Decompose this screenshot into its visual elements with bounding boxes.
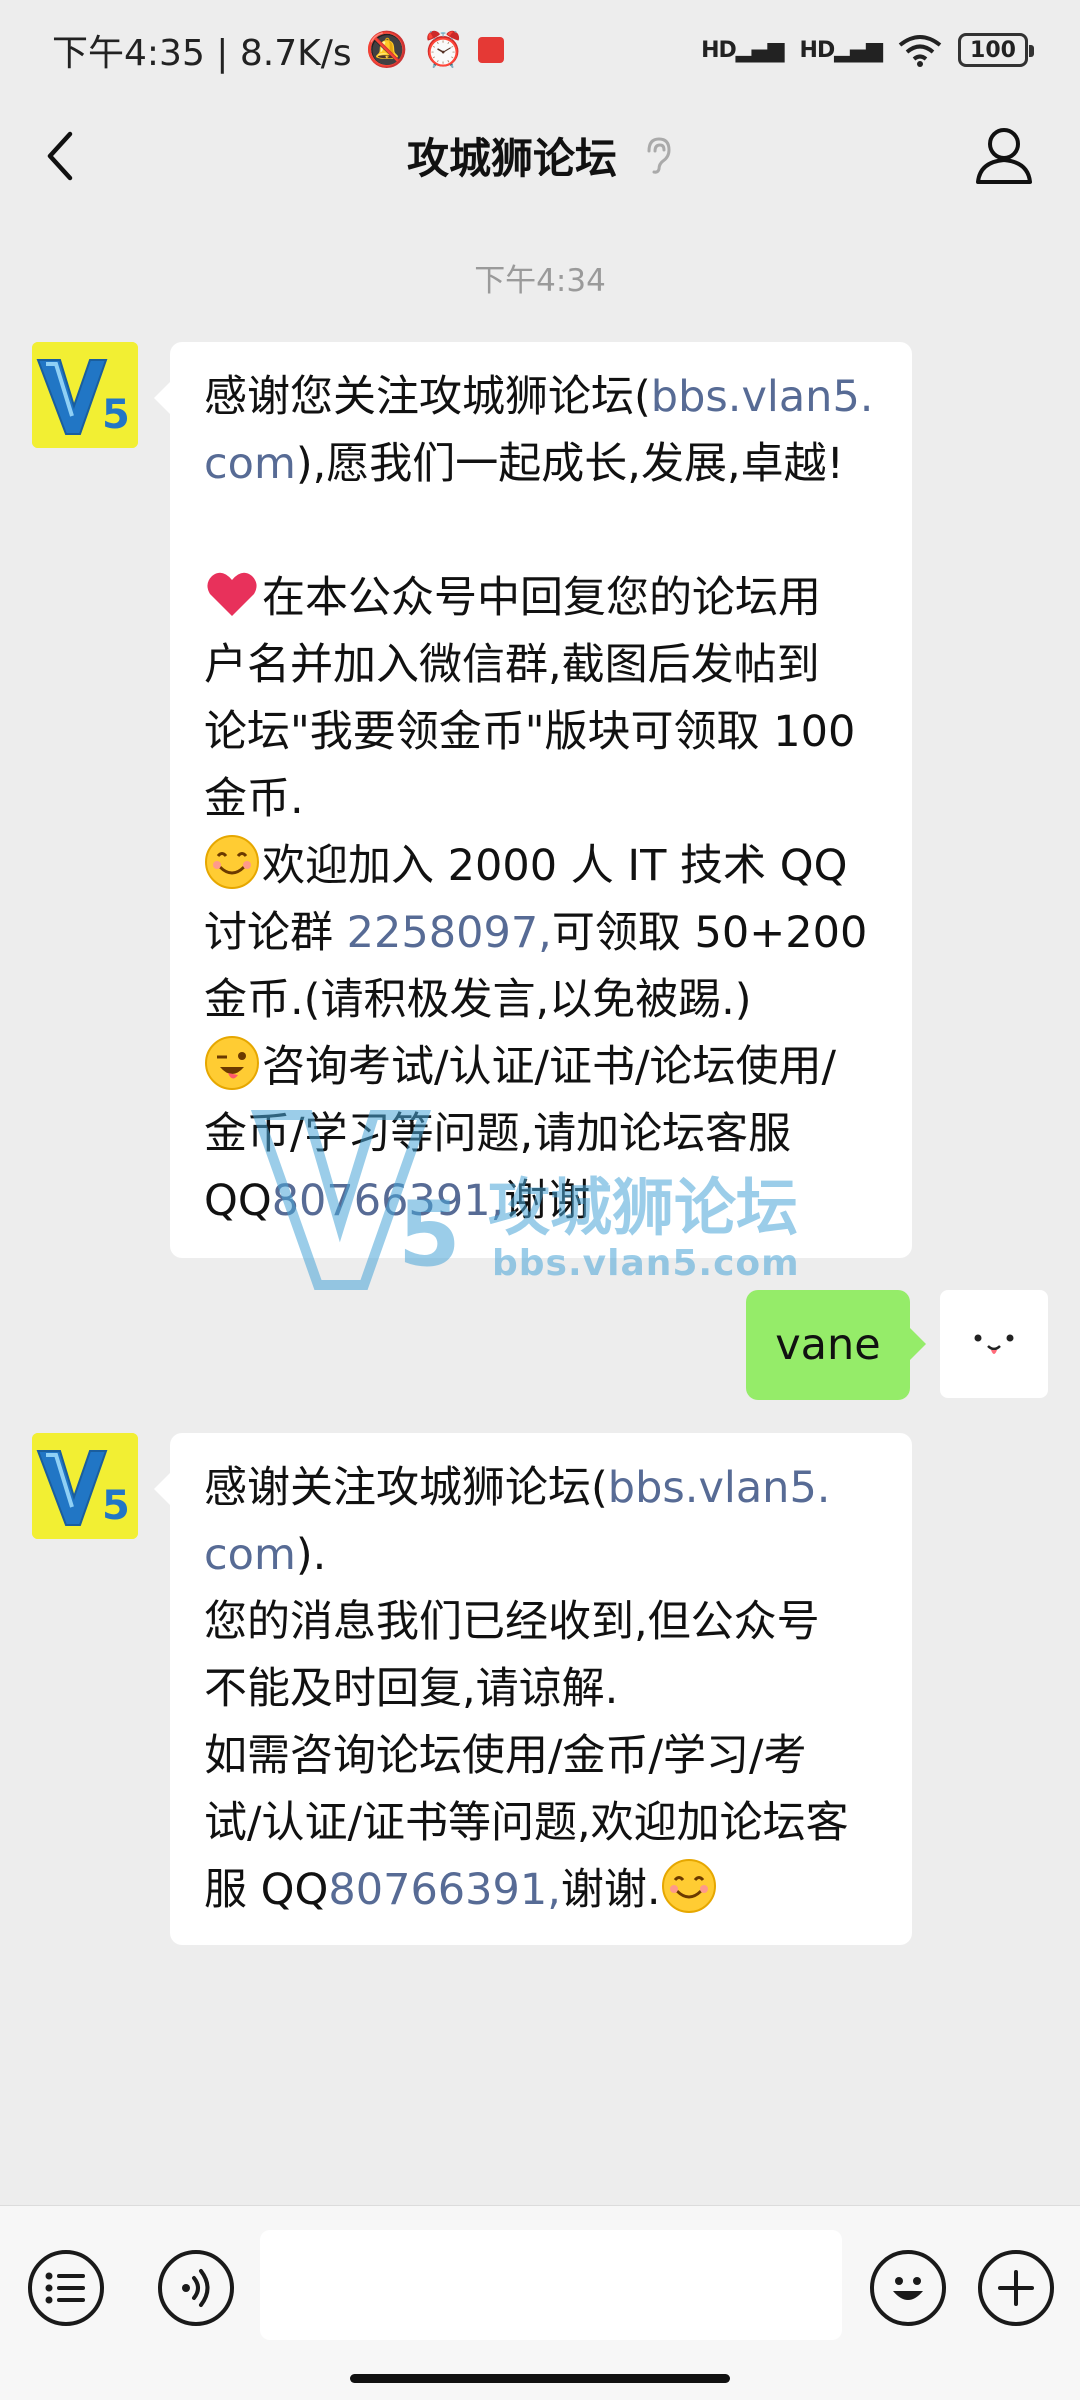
profile-button[interactable]: [972, 124, 1036, 188]
back-button[interactable]: [30, 126, 90, 186]
msg2-line: 您的消息我们已经收到,但公众号: [204, 1597, 820, 1647]
official-account-avatar[interactable]: 5: [32, 342, 138, 448]
msg1-line: 讨论群 2258097,可领取 50+200: [204, 908, 868, 958]
page-title-text: 攻城狮论坛: [406, 133, 617, 183]
msg2-link-2[interactable]: com: [204, 1530, 296, 1580]
svg-text:5: 5: [102, 392, 130, 438]
wifi-icon: [898, 35, 942, 67]
status-bar: 下午4:35 | 8.7K/s 🔕 ⏰ HD▂▄▆ HD▂▄▆ 100: [0, 0, 1080, 100]
voice-icon: [182, 2269, 210, 2307]
home-indicator[interactable]: [350, 2374, 730, 2383]
status-time: 下午4:35 | 8.7K/s: [52, 33, 352, 74]
status-right: HD▂▄▆ HD▂▄▆ 100: [701, 33, 1034, 67]
msg2-line: com).: [204, 1530, 327, 1580]
wink-emoji-icon: [205, 1036, 259, 1090]
plus-button[interactable]: [978, 2250, 1054, 2326]
msg2-line: 不能及时回复,请谅解.: [204, 1664, 619, 1714]
cat-face-icon: [974, 1334, 1014, 1354]
msg2-link[interactable]: bbs.vlan5.: [608, 1463, 831, 1513]
v5-logo-icon: 5: [32, 1433, 138, 1539]
smile-emoji-icon: [205, 835, 259, 889]
page-title: 攻城狮论坛: [407, 125, 673, 186]
my-message-text: vane: [775, 1320, 881, 1370]
qq-group-link[interactable]: 2258097,: [347, 908, 552, 958]
msg2-line: 如需咨询论坛使用/金币/学习/考: [204, 1731, 807, 1781]
profile-icon: [976, 128, 1032, 184]
chat-timestamp: 下午4:34: [474, 263, 606, 299]
qq-service-link-2[interactable]: 80766391,: [328, 1865, 561, 1915]
svg-text:5: 5: [102, 1483, 130, 1529]
signal-icon-2: HD▂▄▆: [799, 37, 883, 63]
alarm-icon: ⏰: [421, 30, 465, 70]
emoji-icon: [893, 2277, 923, 2300]
message-input[interactable]: [260, 2230, 842, 2340]
msg1-line: com),愿我们一起成长,发展,卓越!: [204, 439, 844, 489]
mute-icon: 🔕: [365, 30, 408, 70]
message-bubble-1[interactable]: 感谢您关注攻城狮论坛(bbs.vlan5. com),愿我们一起成长,发展,卓越…: [154, 342, 912, 1258]
msg1-link-2[interactable]: com: [204, 439, 296, 489]
smile-emoji-icon: [661, 1859, 716, 1913]
official-account-avatar[interactable]: 5: [32, 1433, 138, 1539]
qq-service-link[interactable]: 80766391,: [272, 1176, 505, 1226]
my-message-bubble[interactable]: vane: [746, 1290, 926, 1400]
msg1-line: 户名并加入微信群,截图后发帖到: [204, 640, 820, 690]
emoji-button[interactable]: [870, 2250, 946, 2326]
menu-button[interactable]: [28, 2250, 104, 2326]
msg1-line: QQ80766391,谢谢: [204, 1176, 591, 1226]
msg1-line: 欢迎加入 2000 人 IT 技术 QQ: [204, 833, 878, 900]
msg1-line: 金币/学习等问题,请加论坛客服: [204, 1109, 792, 1159]
my-avatar[interactable]: [940, 1290, 1048, 1398]
msg1-line: 咨询考试/认证/证书/论坛使用/: [204, 1034, 878, 1101]
msg2-line: 试/认证/证书等问题,欢迎加论坛客: [204, 1798, 849, 1848]
msg2-line: 服 QQ80766391,谢谢.: [204, 1857, 878, 1924]
msg1-line: 论坛"我要领金币"版块可领取 100: [204, 707, 856, 757]
plus-icon: [998, 2270, 1034, 2306]
ear-icon: [647, 137, 671, 174]
back-icon: [47, 131, 73, 181]
status-left: 下午4:35 | 8.7K/s 🔕 ⏰: [52, 24, 505, 76]
msg1-line: 感谢您关注攻城狮论坛(bbs.vlan5.: [204, 372, 874, 422]
msg1-line: 在本公众号中回复您的论坛用: [204, 565, 878, 632]
menu-list-icon: [45, 2272, 85, 2304]
input-bar: [0, 2205, 1080, 2400]
message-bubble-2[interactable]: 感谢关注攻城狮论坛(bbs.vlan5. com). 您的消息我们已经收到,但公…: [154, 1433, 912, 1945]
battery-icon: 100: [958, 33, 1034, 67]
nav-bar: 攻城狮论坛: [0, 100, 1080, 210]
msg2-line: 感谢关注攻城狮论坛(bbs.vlan5.: [204, 1463, 831, 1513]
heart-icon: [207, 572, 257, 616]
v5-logo-icon: 5: [32, 342, 138, 448]
app-notification-icon: [478, 37, 505, 63]
signal-icon: HD▂▄▆: [701, 37, 784, 63]
msg1-link[interactable]: bbs.vlan5.: [651, 372, 874, 422]
voice-button[interactable]: [158, 2250, 234, 2326]
msg1-line: 金币.: [204, 774, 304, 824]
msg1-line: 金币.(请积极发言,以免被踢.): [204, 975, 752, 1025]
